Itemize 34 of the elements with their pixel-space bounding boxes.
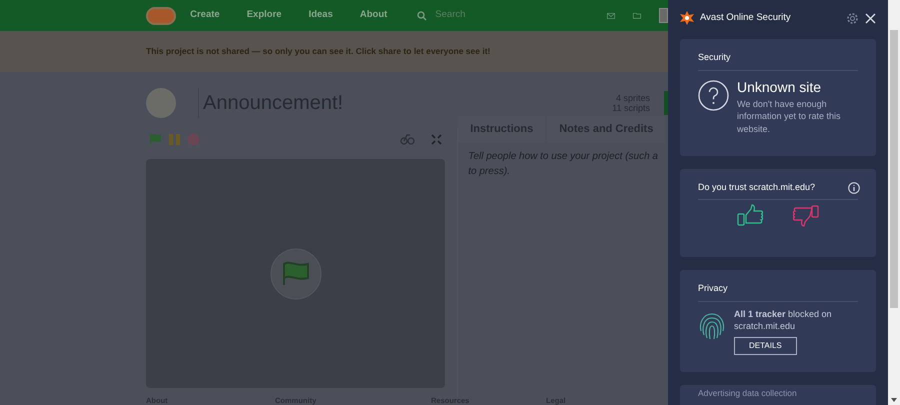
nav-link[interactable]: Create [190,8,220,23]
scrollbar[interactable] [888,0,900,405]
fullscreen-icon[interactable] [431,134,442,144]
avatar[interactable] [659,8,668,23]
scrollbar-thumb[interactable] [890,30,898,308]
notice-text: This project is not shared — so only you can see it. Click share to let everyone see it! [146,45,490,58]
panel-title: Avast Online Security [700,10,791,25]
fingerprint-icon [698,310,726,340]
mail-icon[interactable] [607,10,616,20]
logo-icon [680,11,694,25]
privacy-text: All 1 tracker blocked on scratch.mit.edu [734,308,833,332]
close-icon[interactable] [865,12,876,24]
folder-icon[interactable] [633,10,642,21]
card-heading: Privacy [698,282,858,302]
search-icon [417,10,428,20]
thumbs-down-icon[interactable] [792,204,819,228]
search-field[interactable]: Search [435,8,556,23]
card-heading: Advertising data collection [698,389,798,398]
nav-link[interactable]: About [360,8,388,23]
nav-link[interactable]: Ideas [308,8,333,23]
scroll-down-icon[interactable] [891,398,897,402]
status-description: We don't have enough information yet to rate this website. [737,98,842,135]
flag-button[interactable] [270,248,322,300]
settings-icon[interactable] [846,12,859,24]
trust-question: Do you trust scratch.mit.edu? [698,181,816,194]
status-text: Unknown site [737,78,822,96]
nav-link[interactable]: Explore [246,8,282,23]
thumbs-up-icon[interactable] [737,204,764,228]
question-icon [698,80,729,110]
info-icon[interactable] [848,182,860,194]
logo-icon[interactable] [146,6,176,24]
details-button[interactable]: DETAILS [734,336,797,354]
card-heading: Security [698,51,858,70]
sprite-thumbnail [146,88,176,118]
